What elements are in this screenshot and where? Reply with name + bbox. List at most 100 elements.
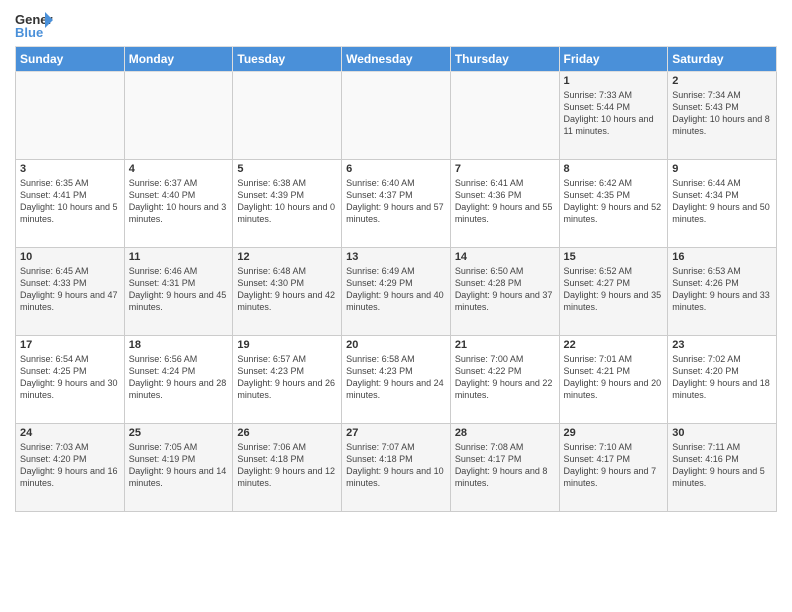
- day-info: Sunrise: 7:10 AM Sunset: 4:17 PM Dayligh…: [564, 441, 664, 490]
- calendar-week-row: 10 Sunrise: 6:45 AM Sunset: 4:33 PM Dayli…: [16, 248, 777, 336]
- day-info: Sunrise: 7:11 AM Sunset: 4:16 PM Dayligh…: [672, 441, 772, 490]
- header: General Blue: [15, 10, 777, 40]
- calendar-cell: 9Sunrise: 6:44 AM Sunset: 4:34 PM Daylig…: [668, 160, 777, 248]
- day-number: 10: [20, 251, 120, 263]
- day-info: Sunrise: 7:07 AM Sunset: 4:18 PM Dayligh…: [346, 441, 446, 490]
- calendar-cell: 22 Sunrise: 7:01 AM Sunset: 4:21 PM Dayli…: [559, 336, 668, 424]
- day-number: 16: [672, 251, 772, 263]
- day-number: 2: [672, 75, 772, 87]
- day-info: Sunrise: 7:33 AM Sunset: 5:44 PM Dayligh…: [564, 89, 664, 138]
- day-number: 29: [564, 427, 664, 439]
- calendar-cell: 24Sunrise: 7:03 AM Sunset: 4:20 PM Dayli…: [16, 424, 125, 512]
- day-info: Sunrise: 7:01 AM Sunset: 4:21 PM Dayligh…: [564, 353, 664, 402]
- day-number: 14: [455, 251, 555, 263]
- calendar-cell: 18 Sunrise: 6:56 AM Sunset: 4:24 PM Dayli…: [124, 336, 233, 424]
- calendar-week-row: 17 Sunrise: 6:54 AM Sunset: 4:25 PM Dayli…: [16, 336, 777, 424]
- day-number: 12: [237, 251, 337, 263]
- day-number: 28: [455, 427, 555, 439]
- day-number: 21: [455, 339, 555, 351]
- day-number: 15: [564, 251, 664, 263]
- day-number: 26: [237, 427, 337, 439]
- day-info: Sunrise: 6:42 AM Sunset: 4:35 PM Dayligh…: [564, 177, 664, 226]
- day-number: 20: [346, 339, 446, 351]
- calendar-week-row: 1 Sunrise: 7:33 AM Sunset: 5:44 PM Daylig…: [16, 72, 777, 160]
- day-number: 27: [346, 427, 446, 439]
- day-number: 19: [237, 339, 337, 351]
- calendar-cell: 10 Sunrise: 6:45 AM Sunset: 4:33 PM Dayli…: [16, 248, 125, 336]
- day-info: Sunrise: 6:46 AM Sunset: 4:31 PM Dayligh…: [129, 265, 229, 314]
- calendar-cell: 17 Sunrise: 6:54 AM Sunset: 4:25 PM Dayli…: [16, 336, 125, 424]
- calendar-cell: 16 Sunrise: 6:53 AM Sunset: 4:26 PM Dayli…: [668, 248, 777, 336]
- day-number: 18: [129, 339, 229, 351]
- calendar-cell: 29 Sunrise: 7:10 AM Sunset: 4:17 PM Dayli…: [559, 424, 668, 512]
- day-of-week-header: Monday: [124, 47, 233, 72]
- day-info: Sunrise: 7:34 AM Sunset: 5:43 PM Dayligh…: [672, 89, 772, 138]
- day-number: 5: [237, 163, 337, 175]
- logo-icon: General Blue: [15, 10, 53, 40]
- day-info: Sunrise: 6:37 AM Sunset: 4:40 PM Dayligh…: [129, 177, 229, 226]
- day-info: Sunrise: 6:57 AM Sunset: 4:23 PM Dayligh…: [237, 353, 337, 402]
- day-info: Sunrise: 6:48 AM Sunset: 4:30 PM Dayligh…: [237, 265, 337, 314]
- day-of-week-header: Saturday: [668, 47, 777, 72]
- day-of-week-header: Friday: [559, 47, 668, 72]
- calendar-cell: 2 Sunrise: 7:34 AM Sunset: 5:43 PM Daylig…: [668, 72, 777, 160]
- day-of-week-header: Tuesday: [233, 47, 342, 72]
- day-number: 1: [564, 75, 664, 87]
- calendar-cell: 27 Sunrise: 7:07 AM Sunset: 4:18 PM Dayli…: [342, 424, 451, 512]
- calendar-cell: 13Sunrise: 6:49 AM Sunset: 4:29 PM Dayli…: [342, 248, 451, 336]
- day-info: Sunrise: 7:00 AM Sunset: 4:22 PM Dayligh…: [455, 353, 555, 402]
- day-info: Sunrise: 7:08 AM Sunset: 4:17 PM Dayligh…: [455, 441, 555, 490]
- calendar-cell: 3 Sunrise: 6:35 AM Sunset: 4:41 PM Daylig…: [16, 160, 125, 248]
- calendar-cell: 4 Sunrise: 6:37 AM Sunset: 4:40 PM Daylig…: [124, 160, 233, 248]
- calendar-cell: 11Sunrise: 6:46 AM Sunset: 4:31 PM Dayli…: [124, 248, 233, 336]
- day-number: 8: [564, 163, 664, 175]
- calendar-cell: 25 Sunrise: 7:05 AM Sunset: 4:19 PM Dayli…: [124, 424, 233, 512]
- calendar-cell: [450, 72, 559, 160]
- calendar-cell: 12 Sunrise: 6:48 AM Sunset: 4:30 PM Dayli…: [233, 248, 342, 336]
- day-number: 13: [346, 251, 446, 263]
- calendar-cell: 5Sunrise: 6:38 AM Sunset: 4:39 PM Daylig…: [233, 160, 342, 248]
- day-info: Sunrise: 6:56 AM Sunset: 4:24 PM Dayligh…: [129, 353, 229, 402]
- calendar-cell: [124, 72, 233, 160]
- calendar-cell: 26Sunrise: 7:06 AM Sunset: 4:18 PM Dayli…: [233, 424, 342, 512]
- day-number: 25: [129, 427, 229, 439]
- day-info: Sunrise: 6:44 AM Sunset: 4:34 PM Dayligh…: [672, 177, 772, 226]
- day-of-week-header: Sunday: [16, 47, 125, 72]
- calendar-header-row: SundayMondayTuesdayWednesdayThursdayFrid…: [16, 47, 777, 72]
- calendar-cell: 21 Sunrise: 7:00 AM Sunset: 4:22 PM Dayli…: [450, 336, 559, 424]
- day-number: 30: [672, 427, 772, 439]
- day-number: 6: [346, 163, 446, 175]
- day-info: Sunrise: 6:54 AM Sunset: 4:25 PM Dayligh…: [20, 353, 120, 402]
- day-of-week-header: Thursday: [450, 47, 559, 72]
- calendar-cell: [233, 72, 342, 160]
- day-info: Sunrise: 6:58 AM Sunset: 4:23 PM Dayligh…: [346, 353, 446, 402]
- day-info: Sunrise: 7:02 AM Sunset: 4:20 PM Dayligh…: [672, 353, 772, 402]
- day-of-week-header: Wednesday: [342, 47, 451, 72]
- calendar-cell: [16, 72, 125, 160]
- calendar-cell: 20 Sunrise: 6:58 AM Sunset: 4:23 PM Dayli…: [342, 336, 451, 424]
- calendar-week-row: 24Sunrise: 7:03 AM Sunset: 4:20 PM Dayli…: [16, 424, 777, 512]
- day-info: Sunrise: 6:35 AM Sunset: 4:41 PM Dayligh…: [20, 177, 120, 226]
- day-number: 17: [20, 339, 120, 351]
- calendar-cell: 30 Sunrise: 7:11 AM Sunset: 4:16 PM Dayli…: [668, 424, 777, 512]
- day-number: 4: [129, 163, 229, 175]
- day-number: 7: [455, 163, 555, 175]
- logo: General Blue: [15, 10, 53, 40]
- calendar-cell: 14Sunrise: 6:50 AM Sunset: 4:28 PM Dayli…: [450, 248, 559, 336]
- day-info: Sunrise: 6:45 AM Sunset: 4:33 PM Dayligh…: [20, 265, 120, 314]
- day-number: 3: [20, 163, 120, 175]
- day-number: 24: [20, 427, 120, 439]
- day-info: Sunrise: 6:40 AM Sunset: 4:37 PM Dayligh…: [346, 177, 446, 226]
- day-info: Sunrise: 7:05 AM Sunset: 4:19 PM Dayligh…: [129, 441, 229, 490]
- calendar-cell: 7Sunrise: 6:41 AM Sunset: 4:36 PM Daylig…: [450, 160, 559, 248]
- calendar-cell: 28 Sunrise: 7:08 AM Sunset: 4:17 PM Dayli…: [450, 424, 559, 512]
- calendar-cell: [342, 72, 451, 160]
- calendar-cell: 19 Sunrise: 6:57 AM Sunset: 4:23 PM Dayli…: [233, 336, 342, 424]
- calendar-cell: 15Sunrise: 6:52 AM Sunset: 4:27 PM Dayli…: [559, 248, 668, 336]
- calendar-cell: 23Sunrise: 7:02 AM Sunset: 4:20 PM Dayli…: [668, 336, 777, 424]
- day-number: 22: [564, 339, 664, 351]
- day-info: Sunrise: 6:53 AM Sunset: 4:26 PM Dayligh…: [672, 265, 772, 314]
- page: General Blue SundayMondayTuesdayWednesda…: [0, 0, 792, 522]
- calendar-week-row: 3 Sunrise: 6:35 AM Sunset: 4:41 PM Daylig…: [16, 160, 777, 248]
- calendar-cell: 1 Sunrise: 7:33 AM Sunset: 5:44 PM Daylig…: [559, 72, 668, 160]
